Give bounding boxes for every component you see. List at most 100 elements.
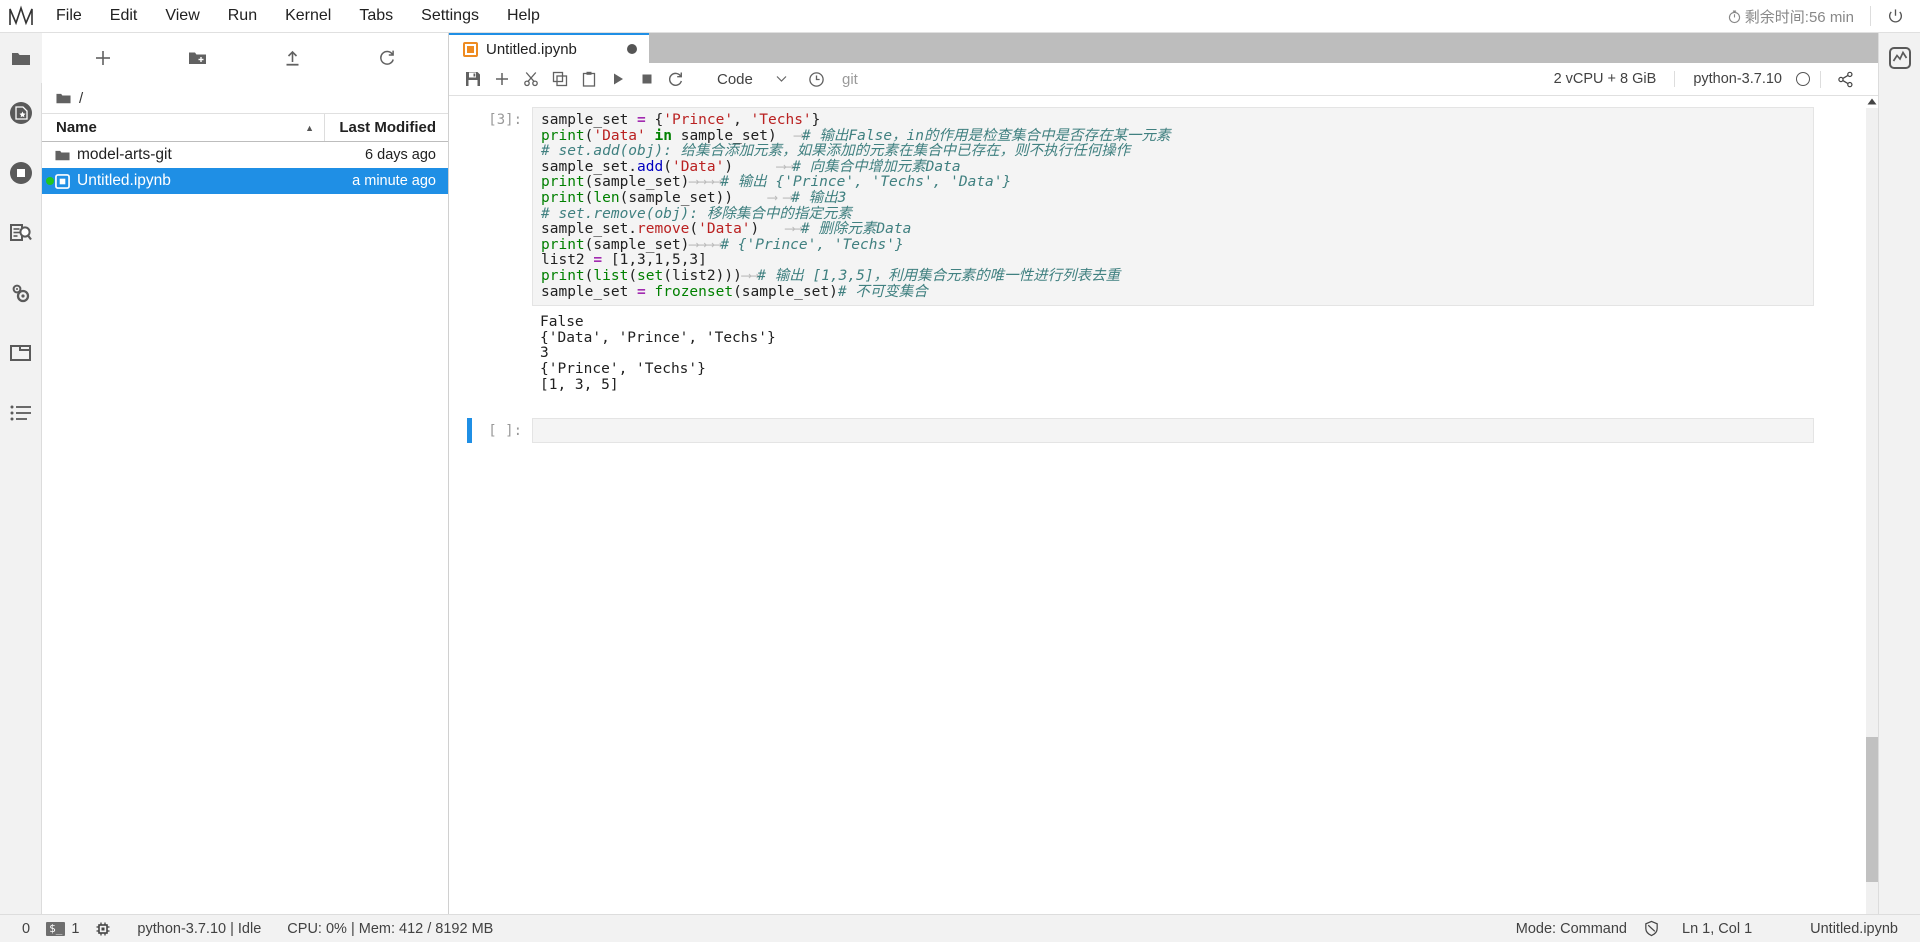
refresh-icon[interactable] — [370, 41, 404, 75]
code-token: # set.remove(obj): 移除集合中的指定元素 — [541, 205, 852, 222]
code-token: ⟶⟶⟶⟶ — [689, 174, 721, 191]
code-token: # 向集合中增加元素Data — [792, 158, 961, 175]
chart-monitor-icon[interactable] — [1878, 33, 1920, 83]
notebook-icon — [463, 41, 478, 57]
cell-type-value: Code — [717, 70, 753, 88]
scroll-up-arrow-icon[interactable] — [1867, 98, 1877, 105]
menu-tabs[interactable]: Tabs — [345, 2, 407, 29]
share-icon[interactable] — [1820, 70, 1868, 88]
folder-icon[interactable] — [0, 33, 42, 83]
code-token: , — [733, 112, 751, 128]
column-header-name[interactable]: Name ▲ — [56, 119, 324, 136]
code-line: print('Data' in sample_set) ⟶# 输出False，i… — [541, 127, 1805, 145]
code-token: # 输出False，in的作用是检查集合中是否存在某一元素 — [801, 127, 1171, 144]
running-indicator — [46, 177, 54, 185]
cpu-chip-icon[interactable] — [87, 921, 119, 937]
unsaved-changes-dot[interactable] — [627, 44, 637, 54]
notebook-toolbar-right: 2 vCPU + 8 GiB python-3.7.10 — [1554, 70, 1868, 88]
cell-code-editor[interactable]: sample_set = {'Prince', 'Techs'} print('D… — [532, 107, 1814, 307]
copy-icon[interactable] — [546, 66, 573, 93]
code-token: # 输出 {'Prince', 'Techs', 'Data'} — [720, 174, 1012, 191]
menu-settings[interactable]: Settings — [407, 2, 493, 29]
file-browser-toolbar — [42, 33, 448, 83]
code-token: ⟶⟶ — [741, 267, 759, 284]
git-label: git — [842, 70, 858, 88]
extensions-gear-icon[interactable] — [0, 263, 42, 323]
menu-view[interactable]: View — [151, 2, 213, 29]
cell-type-select[interactable]: Code — [711, 67, 791, 92]
kernel-name-label[interactable]: python-3.7.10 — [1675, 71, 1796, 87]
right-sidebar-rail — [1878, 33, 1920, 914]
main-area: / Name ▲ Last Modified model-arts-git 6 … — [0, 33, 1920, 914]
notebook-panel-icon[interactable] — [0, 323, 42, 383]
code-token: ⟶⟶ — [785, 221, 802, 238]
menu-edit[interactable]: Edit — [96, 2, 152, 29]
shield-off-icon[interactable] — [1635, 920, 1668, 937]
code-token: sample_set. — [541, 221, 638, 238]
editor-mode-label: Mode: Command — [1515, 920, 1627, 937]
code-token: ( — [689, 221, 699, 238]
scissors-icon[interactable] — [517, 66, 544, 93]
file-name-label: Untitled.ipynb — [77, 172, 171, 189]
notebook-cell[interactable]: [ ]: — [449, 415, 1864, 446]
jupyterlab-window: File Edit View Run Kernel Tabs Settings … — [0, 0, 1920, 942]
stop-square-icon[interactable] — [633, 66, 660, 93]
menu-file[interactable]: File — [42, 2, 96, 29]
cell-prompt: [3]: — [488, 112, 522, 128]
clock-icon[interactable] — [803, 66, 830, 93]
plus-icon[interactable] — [86, 41, 120, 75]
code-token: ( — [663, 158, 672, 175]
notebook-scrollbar[interactable] — [1864, 96, 1878, 914]
tab-untitled-ipynb[interactable]: Untitled.ipynb — [449, 33, 649, 63]
code-token: remove — [637, 221, 690, 238]
restart-icon[interactable] — [662, 66, 689, 93]
code-token: 'Data' — [671, 158, 725, 175]
play-icon[interactable] — [604, 66, 631, 93]
code-token: print — [541, 267, 585, 284]
new-folder-icon[interactable] — [181, 41, 215, 75]
paste-icon[interactable] — [575, 66, 602, 93]
menu-run[interactable]: Run — [214, 2, 271, 29]
cell-code-editor[interactable] — [532, 418, 1814, 444]
table-of-contents-search-icon[interactable] — [0, 203, 42, 263]
kernel-status-label[interactable]: python-3.7.10 | Idle — [119, 921, 269, 937]
favorites-icon[interactable] — [0, 83, 42, 143]
column-header-name-label: Name — [56, 119, 97, 136]
terminal-status[interactable]: $_ 1 — [38, 921, 87, 937]
breadcrumb[interactable]: / — [42, 83, 448, 113]
code-token: # 输出3 — [791, 189, 847, 206]
code-line: print(len(sample_set)) ⟶ ⟶# 输出3 — [541, 189, 1805, 207]
active-file-label: Untitled.ipynb — [1810, 920, 1898, 937]
code-token: sample_set — [541, 112, 638, 128]
upload-icon[interactable] — [275, 41, 309, 75]
code-token: = — [637, 112, 646, 128]
list-item[interactable]: Untitled.ipynb a minute ago — [42, 168, 448, 194]
column-header-last-modified-label: Last Modified — [339, 119, 436, 136]
menu-bar: File Edit View Run Kernel Tabs Settings … — [0, 0, 1920, 33]
code-token: ⟶ ⟶ — [768, 189, 792, 206]
tab-label: Untitled.ipynb — [486, 40, 577, 58]
time-remaining-label: 剩余时间:56 min — [1744, 8, 1854, 26]
code-token: sample_set) — [671, 127, 795, 144]
plus-icon[interactable] — [488, 66, 515, 93]
scrollbar-track[interactable] — [1865, 108, 1878, 914]
code-line: # set.remove(obj): 移除集合中的指定元素 — [541, 205, 1805, 223]
column-header-last-modified[interactable]: Last Modified — [324, 114, 448, 141]
scrollbar-thumb[interactable] — [1865, 736, 1878, 882]
tab-bar: Untitled.ipynb — [449, 33, 1878, 63]
code-line: sample_set.remove('Data') ⟶⟶# 删除元素Data — [541, 221, 1805, 238]
code-token: = — [593, 252, 603, 269]
list-item[interactable]: model-arts-git 6 days ago — [42, 142, 448, 168]
file-name-cell: model-arts-git — [55, 146, 324, 164]
save-icon[interactable] — [459, 66, 486, 93]
breadcrumb-path: / — [79, 89, 84, 107]
notebook-cell[interactable]: [3]: sample_set = {'Prince', 'Techs'} pri… — [449, 104, 1864, 309]
kernel-count[interactable]: 0 — [14, 921, 38, 937]
menu-kernel[interactable]: Kernel — [271, 2, 345, 29]
running-stop-icon[interactable] — [0, 143, 42, 203]
power-icon[interactable] — [1871, 8, 1920, 25]
list-icon[interactable] — [0, 383, 42, 443]
menu-help[interactable]: Help — [493, 2, 554, 29]
terminal-count: 1 — [71, 920, 80, 937]
